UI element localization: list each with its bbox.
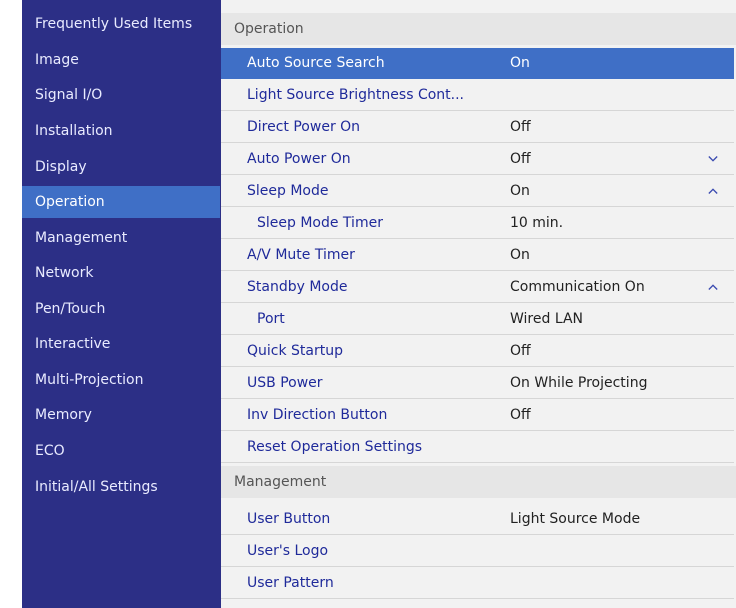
setting-row-quick-startup[interactable]: Quick Startup Off xyxy=(221,336,734,367)
sidebar-item-image[interactable]: Image xyxy=(22,44,220,76)
sidebar-item-display[interactable]: Display xyxy=(22,151,220,183)
setting-label: Quick Startup xyxy=(247,343,343,359)
sidebar-item-frequently-used-items[interactable]: Frequently Used Items xyxy=(22,8,220,40)
sidebar-item-pen-touch[interactable]: Pen/Touch xyxy=(22,293,220,325)
setting-label: Reset Operation Settings xyxy=(247,439,423,455)
setting-value: On xyxy=(510,55,530,71)
setting-label: User Pattern xyxy=(247,575,334,591)
sidebar-item-multi-projection[interactable]: Multi-Projection xyxy=(22,364,220,396)
chevron-down-icon[interactable] xyxy=(708,154,718,164)
projector-menu: Frequently Used Items Image Signal I/O I… xyxy=(22,0,736,608)
sidebar-item-interactive[interactable]: Interactive xyxy=(22,328,220,360)
setting-label: Sleep Mode xyxy=(247,183,329,199)
sidebar-item-memory[interactable]: Memory xyxy=(22,399,220,431)
chevron-up-icon[interactable] xyxy=(708,186,718,196)
setting-row-users-logo[interactable]: User's Logo xyxy=(221,536,734,567)
setting-row-auto-power-on[interactable]: Auto Power On Off xyxy=(221,144,734,175)
setting-label: Port xyxy=(257,311,285,327)
setting-label: Auto Source Search xyxy=(247,55,385,71)
setting-row-usb-power[interactable]: USB Power On While Projecting xyxy=(221,368,734,399)
setting-label: A/V Mute Timer xyxy=(247,247,355,263)
setting-row-user-button[interactable]: User Button Light Source Mode xyxy=(221,504,734,535)
setting-label: Standby Mode xyxy=(247,279,348,295)
setting-label: Sleep Mode Timer xyxy=(257,215,383,231)
setting-row-sleep-mode[interactable]: Sleep Mode On xyxy=(221,176,734,207)
sidebar-item-network[interactable]: Network xyxy=(22,257,220,289)
setting-value: Off xyxy=(510,151,531,167)
sidebar-item-management[interactable]: Management xyxy=(22,222,220,254)
sidebar-item-signal-io[interactable]: Signal I/O xyxy=(22,79,220,111)
setting-label: Light Source Brightness Cont... xyxy=(247,87,464,103)
setting-row-direct-power-on[interactable]: Direct Power On Off xyxy=(221,112,734,143)
chevron-up-icon[interactable] xyxy=(708,282,718,292)
setting-value: Communication On xyxy=(510,279,645,295)
section-header-management: Management xyxy=(221,466,736,498)
setting-value: On While Projecting xyxy=(510,375,648,391)
setting-label: User Button xyxy=(247,511,331,527)
setting-value: Wired LAN xyxy=(510,311,583,327)
section-header-operation: Operation xyxy=(221,13,736,45)
setting-value: Light Source Mode xyxy=(510,511,641,527)
setting-label: USB Power xyxy=(247,375,323,391)
settings-panel: Operation Auto Source Search On Light So… xyxy=(221,0,736,608)
setting-value: Off xyxy=(510,343,531,359)
setting-value: On xyxy=(510,247,530,263)
setting-value: 10 min. xyxy=(510,215,564,231)
setting-row-port[interactable]: Port Wired LAN xyxy=(221,304,734,335)
setting-label: User's Logo xyxy=(247,543,329,559)
setting-row-standby-mode[interactable]: Standby Mode Communication On xyxy=(221,272,734,303)
sidebar-item-eco[interactable]: ECO xyxy=(22,435,220,467)
setting-label: Direct Power On xyxy=(247,119,361,135)
setting-row-auto-source-search[interactable]: Auto Source Search On xyxy=(221,48,734,79)
setting-row-inv-direction-button[interactable]: Inv Direction Button Off xyxy=(221,400,734,431)
setting-row-sleep-mode-timer[interactable]: Sleep Mode Timer 10 min. xyxy=(221,208,734,239)
sidebar: Frequently Used Items Image Signal I/O I… xyxy=(22,0,220,608)
setting-value: Off xyxy=(510,407,531,423)
setting-row-light-source-brightness[interactable]: Light Source Brightness Cont... xyxy=(221,80,734,111)
setting-label: Auto Power On xyxy=(247,151,351,167)
setting-value: Off xyxy=(510,119,531,135)
sidebar-item-initial-all-settings[interactable]: Initial/All Settings xyxy=(22,471,220,503)
sidebar-item-installation[interactable]: Installation xyxy=(22,115,220,147)
setting-row-user-pattern[interactable]: User Pattern xyxy=(221,568,734,599)
setting-row-reset-operation-settings[interactable]: Reset Operation Settings xyxy=(221,432,734,463)
setting-value: On xyxy=(510,183,530,199)
sidebar-item-operation[interactable]: Operation xyxy=(22,186,220,218)
setting-row-av-mute-timer[interactable]: A/V Mute Timer On xyxy=(221,240,734,271)
setting-label: Inv Direction Button xyxy=(247,407,388,423)
